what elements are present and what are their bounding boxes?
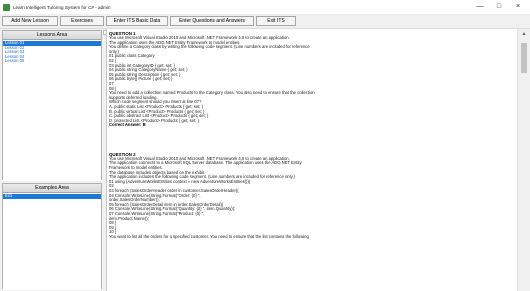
- question-content-area[interactable]: QUESTION 1 You use Microsoft Visual Stud…: [106, 29, 519, 291]
- add-new-lesson-button[interactable]: Add New Lesson: [2, 16, 58, 26]
- lesson-item[interactable]: Lesson 05: [3, 59, 101, 64]
- examples-area-title: Examples Area: [3, 184, 101, 193]
- exercises-button[interactable]: Exercises: [60, 16, 104, 26]
- enter-questions-answers-button[interactable]: Enter Questions and Answers: [170, 16, 254, 26]
- content-scrollbar[interactable]: ▲: [517, 29, 530, 291]
- scroll-thumb[interactable]: [521, 43, 527, 73]
- examples-area-panel: Examples Area Ex1: [2, 183, 102, 290]
- maximize-button[interactable]: □: [491, 0, 507, 14]
- title-bar: Learn Intelligent Tutoring System for C#…: [0, 0, 530, 14]
- examples-list[interactable]: Ex1: [3, 193, 101, 290]
- app-icon: [3, 3, 10, 11]
- scroll-up-arrow[interactable]: ▲: [518, 29, 530, 39]
- app-window: Learn Intelligent Tutoring System for C#…: [0, 0, 530, 291]
- lessons-list[interactable]: Lesson 01 Lesson 02 Lesson 03 Lesson 04 …: [3, 40, 101, 181]
- menu-bar: Add New Lesson Exercises Enter ITS Basic…: [0, 14, 530, 29]
- close-button[interactable]: ×: [510, 0, 526, 14]
- enter-its-basic-data-button[interactable]: Enter ITS Basic Data: [106, 16, 168, 26]
- exit-its-button[interactable]: Exit ITS: [256, 16, 296, 26]
- lessons-area-panel: Lessons Area Lesson 01 Lesson 02 Lesson …: [2, 30, 102, 181]
- example-item[interactable]: Ex1: [3, 193, 101, 199]
- window-title: Learn Intelligent Tutoring System for C#…: [13, 4, 111, 10]
- question-block: QUESTION 2 You use Microsoft Visual Stud…: [107, 152, 519, 240]
- question-block: QUESTION 1 You use Microsoft Visual Stud…: [107, 31, 519, 128]
- question-line: You want to list all the orders for a sp…: [109, 233, 309, 239]
- minimize-button[interactable]: —: [472, 0, 488, 14]
- lessons-area-title: Lessons Area: [3, 31, 101, 40]
